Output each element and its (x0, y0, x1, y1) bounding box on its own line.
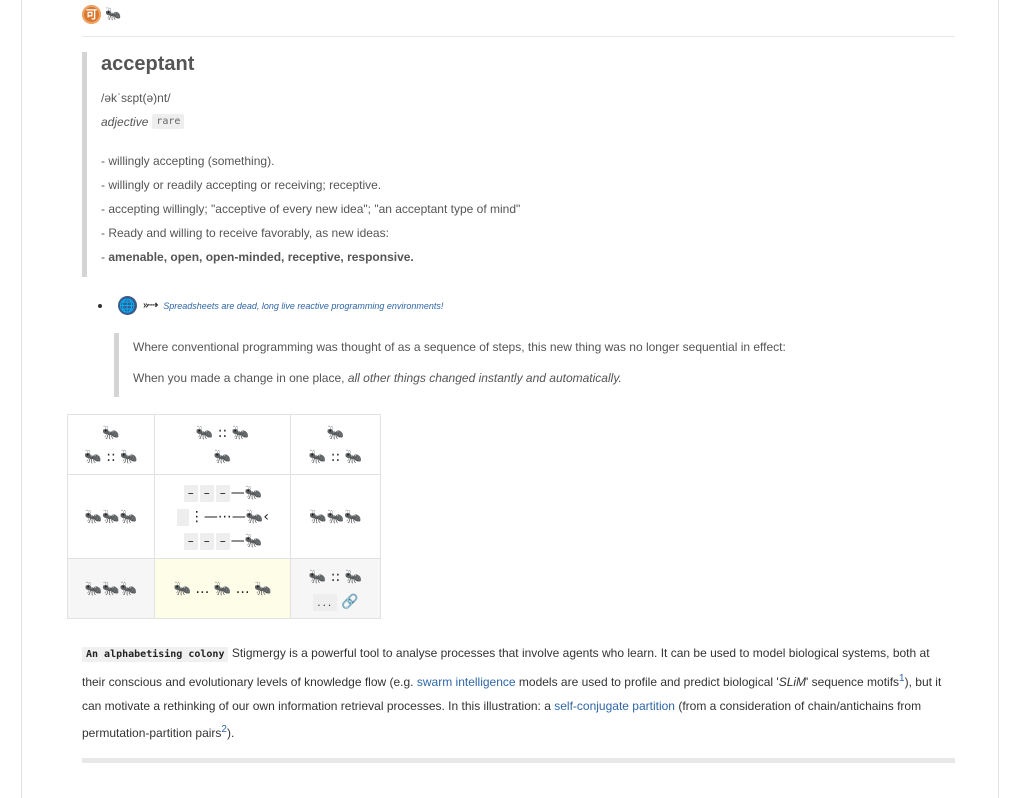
paragraph-text: models are used to profile and predict b… (515, 675, 779, 689)
link-icon[interactable]: 🔗 (341, 593, 358, 609)
sense-item: - willingly or readily accepting or rece… (101, 178, 382, 192)
grid-cell: 🐜🐜🐜 (290, 474, 381, 559)
chain-tail: —🐜 (230, 532, 263, 549)
synonyms: amenable, open, open-minded, receptive, … (108, 250, 414, 264)
chain-node[interactable]: – (183, 532, 198, 550)
colony-label: An alphabetising colony (82, 647, 229, 662)
chain-tail: —🐜 (230, 484, 263, 501)
slim-term: SLiM (778, 675, 807, 689)
chain-node[interactable] (177, 508, 189, 526)
ant-cluster: 🐜🐜🐜 (309, 508, 362, 525)
top-bar: 可 🐜 (82, 4, 121, 24)
more-dots-button[interactable]: ... (313, 593, 338, 611)
pos-label: adjective (101, 114, 149, 129)
ant-chain: – – – —🐜 (155, 529, 290, 553)
divider (82, 758, 955, 763)
ant-cluster: 🐜 :: 🐜 (195, 424, 250, 441)
quote-prefix: When you made a change in one place, (133, 371, 348, 385)
chain-node[interactable]: – (215, 484, 230, 502)
chain-tail: ⋮—⋯—🐜‹ (189, 508, 269, 525)
arrows-icon: »·⇢ (143, 300, 158, 311)
colony-paragraph: An alphabetising colony Stigmergy is a p… (82, 641, 952, 745)
article-link[interactable]: Spreadsheets are dead, long live reactiv… (163, 301, 443, 311)
grid-cell: 🐜 :: 🐜 ... 🔗 (290, 558, 381, 619)
swarm-intelligence-link[interactable]: swarm intelligence (417, 675, 516, 689)
ant-cluster: 🐜 (213, 448, 232, 465)
grid-cell: 🐜 🐜 :: 🐜 (290, 414, 381, 475)
grid-cell-highlight: 🐜 … 🐜 … 🐜 (154, 558, 291, 619)
ant-chain: ⋮—⋯—🐜‹ (155, 505, 290, 529)
quote-line: Where conventional programming was thoug… (133, 340, 786, 354)
sense-item: - accepting willingly; "acceptive of eve… (101, 202, 521, 216)
sense-item: - Ready and willing to receive favorably… (101, 226, 389, 240)
chain-node[interactable]: – (183, 484, 198, 502)
blockquote: Where conventional programming was thoug… (114, 333, 834, 397)
ant-cluster: 🐜 (102, 424, 120, 441)
ant-cluster: 🐜 (326, 424, 345, 441)
sense-list: - willingly accepting (something). - wil… (101, 149, 642, 269)
ant-cluster: 🐜 :: 🐜 (308, 448, 363, 465)
ant-cluster: 🐜 :: 🐜 (308, 568, 363, 585)
chain-node[interactable]: – (199, 484, 214, 502)
chain-node[interactable]: – (199, 532, 214, 550)
divider (82, 36, 955, 37)
headword: acceptant (101, 53, 195, 75)
cell-actions: ... 🔗 (291, 589, 380, 613)
grid-cell: 🐜🐜🐜 (67, 558, 155, 619)
globe-icon[interactable]: 🌐 (118, 296, 137, 315)
bullet-dot (98, 303, 102, 308)
grid-cell: – – – —🐜 ⋮—⋯—🐜‹ – – – —🐜 (154, 474, 291, 559)
sense-item: - willingly accepting (something). (101, 154, 275, 168)
quote-line: When you made a change in one place, all… (133, 370, 834, 386)
grid-cell: 🐜 :: 🐜 🐜 (154, 414, 291, 475)
quote-emphasis: all other things changed instantly and a… (347, 371, 622, 385)
chain-node[interactable]: – (215, 532, 230, 550)
ant-cluster: 🐜🐜🐜 (84, 508, 138, 525)
ant-cluster: 🐜🐜🐜 (84, 580, 138, 597)
pronunciation: /əkˈsɛpt(ə)nt/ (101, 91, 171, 105)
usage-tag: rare (152, 114, 185, 129)
grid-cell: 🐜🐜🐜 (67, 474, 155, 559)
part-of-speech: adjective rare (101, 114, 642, 129)
definition-block: acceptant /əkˈsɛpt(ə)nt/ adjective rare … (82, 52, 642, 277)
badge-icon[interactable]: 可 (82, 4, 101, 24)
link-list-item: 🌐 »·⇢ Spreadsheets are dead, long live r… (98, 296, 443, 315)
self-conjugate-partition-link[interactable]: self-conjugate partition (554, 699, 675, 713)
grid-cell: 🐜 🐜 :: 🐜 (67, 414, 155, 475)
synonyms-line: - amenable, open, open-minded, receptive… (101, 245, 642, 269)
ant-chain: – – – —🐜 (155, 481, 290, 505)
paragraph-text: ' sequence motifs (806, 675, 900, 689)
ant-cluster: 🐜 :: 🐜 (84, 448, 138, 465)
paragraph-text: ). (226, 726, 235, 740)
ant-icon[interactable]: 🐜 (105, 7, 121, 22)
ant-grid: 🐜 🐜 :: 🐜 🐜 :: 🐜 🐜 🐜 🐜 :: 🐜 🐜🐜🐜 – – – —🐜 ⋮—⋯… (67, 414, 381, 619)
ant-cluster: 🐜 … 🐜 … 🐜 (173, 580, 272, 597)
